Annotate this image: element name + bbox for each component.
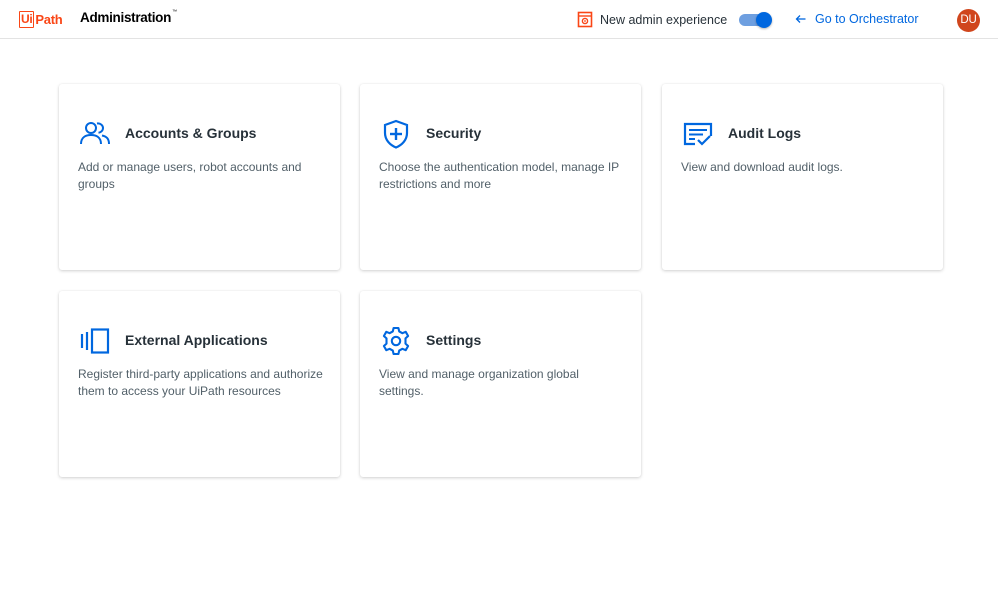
shield-plus-icon (383, 119, 409, 149)
logo-path-text: Path (35, 11, 63, 27)
trademark-mark: ™ (172, 9, 177, 15)
new-admin-experience-toggle[interactable] (739, 12, 772, 28)
go-to-orchestrator-label: Go to Orchestrator (815, 12, 919, 26)
card-title: External Applications (125, 332, 268, 348)
audit-log-icon (683, 122, 713, 146)
gear-icon (382, 326, 410, 356)
go-to-orchestrator-link[interactable]: Go to Orchestrator (795, 12, 919, 26)
card-description: Choose the authentication model, manage … (379, 160, 619, 191)
card-description: Register third-party applications and au… (78, 367, 323, 398)
card-audit-logs[interactable]: Audit Logs View and download audit logs. (662, 84, 943, 270)
card-external-applications[interactable]: External Applications Register third-par… (59, 291, 340, 477)
card-title: Settings (426, 332, 482, 348)
uipath-logo[interactable]: Ui Path (19, 9, 63, 29)
card-security[interactable]: Security Choose the authentication model… (360, 84, 641, 270)
people-icon (80, 122, 110, 145)
new-admin-experience: New admin experience (577, 11, 727, 28)
preview-icon (577, 11, 593, 28)
new-admin-experience-label: New admin experience (600, 12, 728, 27)
logo-ui-box: Ui (19, 10, 35, 28)
card-description: View and download audit logs. (681, 160, 843, 174)
card-accounts-groups[interactable]: Accounts & Groups Add or manage users, r… (59, 84, 340, 270)
card-title: Security (426, 125, 482, 141)
arrow-left-icon (795, 15, 806, 23)
card-description: Add or manage users, robot accounts and … (78, 160, 302, 191)
app-title: Administration™ (80, 9, 177, 25)
card-settings[interactable]: Settings View and manage organization gl… (360, 291, 641, 477)
card-title: Audit Logs (728, 125, 802, 141)
user-avatar[interactable]: DU (957, 9, 980, 32)
external-app-icon (80, 328, 110, 354)
app-title-text: Administration (80, 10, 172, 25)
card-description: View and manage organization global sett… (379, 367, 579, 398)
toggle-thumb (756, 12, 772, 28)
top-header: Ui Path Administration™ New admin experie… (0, 0, 998, 39)
card-title: Accounts & Groups (125, 125, 257, 141)
